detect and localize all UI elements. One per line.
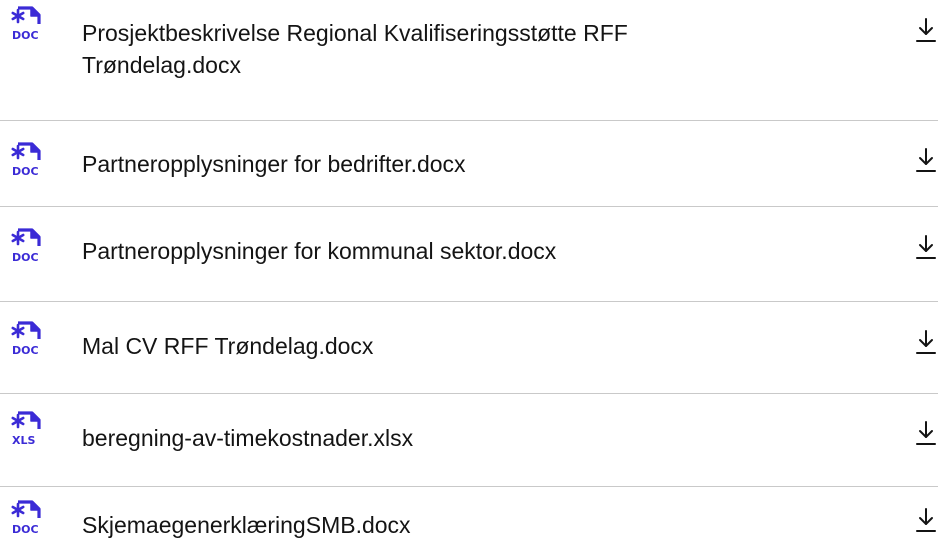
file-name-link[interactable]: Partneropplysninger for kommunal sektor.… [82, 235, 782, 267]
file-type-label: DOC [12, 523, 39, 536]
download-icon [916, 508, 936, 532]
file-type-label: DOC [12, 165, 39, 178]
row-divider [0, 120, 938, 121]
file-type-label: XLS [12, 434, 35, 447]
download-icon [916, 148, 936, 172]
xls-file-icon: XLS [8, 411, 48, 451]
row-divider [0, 486, 938, 487]
row-divider [0, 393, 938, 394]
row-divider [0, 301, 938, 302]
file-type-label: DOC [12, 251, 39, 264]
download-icon [916, 18, 936, 42]
doc-file-icon: DOC [8, 321, 48, 361]
download-button[interactable] [914, 419, 938, 449]
file-type-label: DOC [12, 344, 39, 357]
download-button[interactable] [914, 328, 938, 358]
file-name-link[interactable]: Partneropplysninger for bedrifter.docx [82, 148, 782, 180]
file-name-link[interactable]: Prosjektbeskrivelse Regional Kvalifiseri… [82, 17, 782, 81]
download-button[interactable] [914, 16, 938, 46]
doc-file-icon: DOC [8, 142, 48, 182]
download-icon [916, 235, 936, 259]
download-icon [916, 330, 936, 354]
download-button[interactable] [914, 146, 938, 176]
download-button[interactable] [914, 506, 938, 536]
file-type-label: DOC [12, 29, 39, 42]
file-name-link[interactable]: beregning-av-timekostnader.xlsx [82, 422, 782, 454]
row-divider [0, 206, 938, 207]
download-icon [916, 421, 936, 445]
file-name-link[interactable]: SkjemaegenerklæringSMB.docx [82, 509, 782, 541]
file-name-link[interactable]: Mal CV RFF Trøndelag.docx [82, 330, 782, 362]
download-button[interactable] [914, 233, 938, 263]
doc-file-icon: DOC [8, 500, 48, 540]
doc-file-icon: DOC [8, 228, 48, 268]
doc-file-icon: DOC [8, 6, 48, 46]
